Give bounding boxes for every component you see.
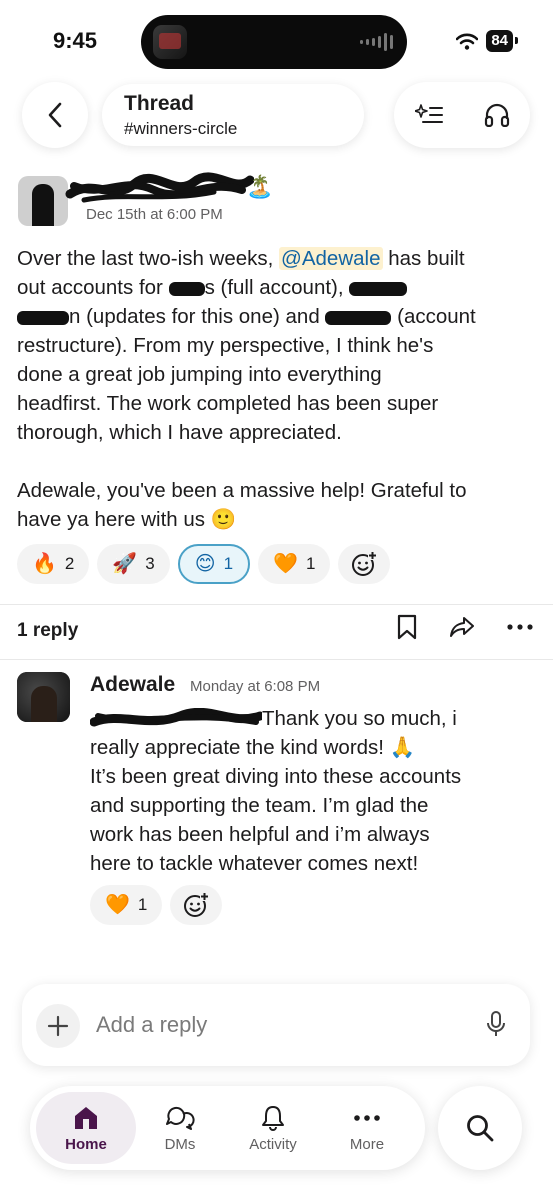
add-reaction-button[interactable] xyxy=(338,544,391,584)
tab-label: Home xyxy=(65,1135,107,1153)
battery-indicator: 84 xyxy=(486,30,518,52)
reply-timestamp[interactable]: Monday at 6:08 PM xyxy=(190,678,320,695)
divider xyxy=(0,604,553,605)
avatar[interactable] xyxy=(17,672,70,722)
message-line: It’s been great diving into these accoun… xyxy=(90,765,462,788)
wifi-icon xyxy=(456,33,479,50)
reply-body: Thank you so much, i really appreciate t… xyxy=(90,704,530,878)
microphone-icon[interactable] xyxy=(486,1010,506,1038)
reaction-bar: 🔥 2 🚀 3 😊 1 🧡 1 xyxy=(17,544,391,584)
thread-title-pill[interactable]: Thread #winners-circle xyxy=(102,84,364,146)
divider xyxy=(0,659,553,660)
status-indicators: 84 xyxy=(456,30,518,52)
message-timestamp[interactable]: Dec 15th at 6:00 PM xyxy=(86,206,223,223)
reply-author[interactable]: Adewale xyxy=(90,673,175,697)
redacted-author-name xyxy=(65,172,254,203)
tab-label: More xyxy=(349,1135,385,1153)
thread-actions xyxy=(397,614,533,640)
tab-label: Activity xyxy=(249,1135,297,1153)
reply-count: 1 reply xyxy=(17,620,79,641)
tab-label: DMs xyxy=(164,1135,196,1153)
reply-input[interactable]: Add a reply xyxy=(96,1012,207,1038)
back-chevron-icon xyxy=(48,102,62,128)
ai-summary-icon[interactable] xyxy=(414,103,443,127)
more-options-icon[interactable] xyxy=(507,624,533,630)
reply-composer[interactable]: Add a reply xyxy=(22,984,530,1066)
share-icon[interactable] xyxy=(449,616,475,638)
add-emoji-icon xyxy=(352,551,378,576)
reaction-orange-heart[interactable]: 🧡 1 xyxy=(90,885,163,925)
channel-name: #winners-circle xyxy=(124,119,238,138)
rocket-emoji-icon: 🚀 xyxy=(112,553,138,575)
header-tools xyxy=(394,82,530,148)
reaction-fire[interactable]: 🔥 2 xyxy=(17,544,90,584)
message-line: Over the last two-ish weeks, @Adewale ha… xyxy=(17,247,465,270)
redacted-mention xyxy=(90,707,262,729)
attach-button[interactable] xyxy=(36,1004,80,1048)
add-emoji-icon xyxy=(184,892,210,917)
author-status-emoji: 🏝️ xyxy=(246,174,274,199)
more-dots-icon xyxy=(354,1114,380,1121)
page-title: Thread xyxy=(124,92,195,115)
smile-emoji-icon: 😊 xyxy=(194,553,216,575)
tab-bar: Home DMs Activity More xyxy=(30,1086,425,1170)
orange-heart-emoji-icon: 🧡 xyxy=(105,894,130,916)
reaction-orange-heart[interactable]: 🧡 1 xyxy=(258,544,331,584)
fire-emoji-icon: 🔥 xyxy=(32,553,57,575)
plus-icon xyxy=(47,1015,69,1037)
orange-heart-emoji-icon: 🧡 xyxy=(273,553,298,575)
search-button[interactable] xyxy=(438,1086,522,1170)
redaction-mark xyxy=(325,310,392,325)
back-button[interactable] xyxy=(22,82,88,148)
user-mention[interactable]: @Adewale xyxy=(279,247,383,270)
message-line: work has been helpful and i’m always xyxy=(90,823,430,846)
status-time: 9:45 xyxy=(53,28,98,53)
bookmark-icon[interactable] xyxy=(397,614,417,640)
message-body: Over the last two-ish weeks, @Adewale ha… xyxy=(17,244,537,534)
message-line: n (updates for this one) and (account xyxy=(17,302,537,331)
home-icon xyxy=(75,1106,97,1129)
audio-wave-icon xyxy=(360,32,393,52)
search-icon xyxy=(467,1115,494,1142)
bell-icon xyxy=(262,1105,284,1131)
message-line: really appreciate the kind words! 🙏 xyxy=(90,736,416,759)
redaction-mark xyxy=(168,281,205,296)
message-line: thorough, which I have appreciated. xyxy=(17,421,342,444)
message-line: Thank you so much, i xyxy=(90,704,530,733)
tab-home[interactable]: Home xyxy=(36,1092,136,1164)
avatar[interactable] xyxy=(18,176,68,226)
add-reaction-button[interactable] xyxy=(170,885,223,925)
message-line: here to tackle whatever comes next! xyxy=(90,852,419,875)
reply-reaction-bar: 🧡 1 xyxy=(90,885,223,925)
message-line: and supporting the team. I’m glad the xyxy=(90,794,429,817)
tab-dms[interactable]: DMs xyxy=(135,1092,225,1164)
message-line: have ya here with us 🙂 xyxy=(17,508,237,531)
dms-icon xyxy=(166,1106,195,1130)
tab-activity[interactable]: Activity xyxy=(228,1092,318,1164)
headphones-icon[interactable] xyxy=(484,103,510,127)
message-line: restructure). From my perspective, I thi… xyxy=(17,334,434,357)
tab-more[interactable]: More xyxy=(322,1092,412,1164)
reaction-rocket[interactable]: 🚀 3 xyxy=(97,544,170,584)
dynamic-island xyxy=(141,15,407,69)
redaction-mark xyxy=(17,310,69,325)
message-line: done a great job jumping into everything xyxy=(17,363,382,386)
message-line: headfirst. The work completed has been s… xyxy=(17,392,439,415)
redaction-mark xyxy=(349,281,408,296)
message-line: out accounts for s (full account), xyxy=(17,273,537,302)
message-line: Adewale, you've been a massive help! Gra… xyxy=(17,479,467,502)
status-bar: 9:45 84 xyxy=(0,0,553,86)
reaction-smile[interactable]: 😊 1 xyxy=(177,544,251,584)
now-playing-thumbnail xyxy=(153,25,187,59)
